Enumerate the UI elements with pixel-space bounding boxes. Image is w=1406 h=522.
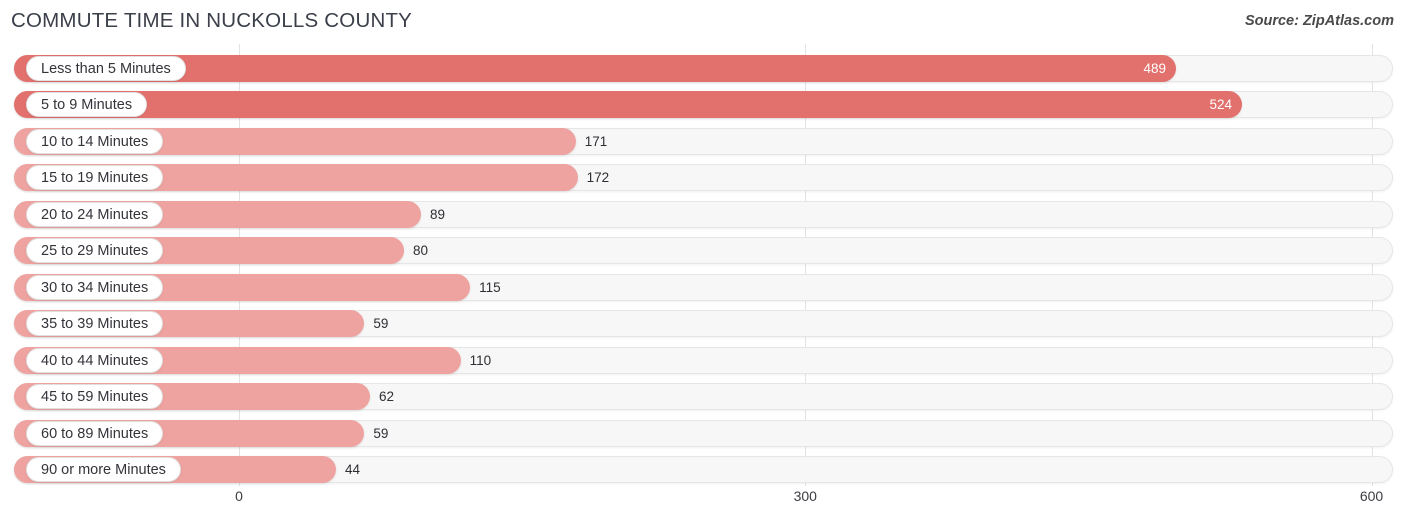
bar-fill[interactable]	[14, 55, 1176, 82]
bar-row[interactable]: 115 30 to 34 Minutes	[14, 273, 1393, 301]
category-label: 20 to 24 Minutes	[26, 201, 164, 227]
bar-value-label: 172	[586, 170, 610, 186]
chart-plot-area: 489 Less than 5 Minutes 524 5 to 9 Minutes 1…	[0, 44, 1406, 486]
bar-row[interactable]: 524 5 to 9 Minutes	[14, 91, 1393, 119]
source-attribution: Source: ZipAtlas.com	[1244, 13, 1394, 29]
axis-tick-label: 0	[235, 488, 243, 504]
bar-row[interactable]: 172 15 to 19 Minutes	[14, 164, 1393, 192]
bar-value-label: 59	[373, 316, 389, 332]
category-label: 35 to 39 Minutes	[26, 311, 164, 337]
bar-row[interactable]: 489 Less than 5 Minutes	[14, 55, 1393, 82]
page-title: COMMUTE TIME IN NUCKOLLS COUNTY	[11, 9, 413, 32]
category-label: 5 to 9 Minutes	[26, 92, 148, 118]
category-label: 40 to 44 Minutes	[26, 347, 164, 373]
category-label: 25 to 29 Minutes	[26, 238, 164, 264]
bar-value-label: 489	[1143, 61, 1166, 76]
bar-value-label: 115	[479, 279, 501, 295]
bar-row[interactable]: 44 90 or more Minutes	[14, 455, 1393, 483]
bar-row[interactable]: 59 60 to 89 Minutes	[14, 419, 1393, 447]
axis-tick-label: 600	[1359, 488, 1384, 504]
bar-row[interactable]: 80 25 to 29 Minutes	[14, 237, 1393, 265]
bar-row[interactable]: 89 20 to 24 Minutes	[14, 200, 1393, 228]
chart-header: COMMUTE TIME IN NUCKOLLS COUNTY Source: …	[0, 0, 1406, 44]
bar-row[interactable]: 62 45 to 59 Minutes	[14, 383, 1393, 411]
category-label: 15 to 19 Minutes	[26, 165, 164, 191]
bar-value-label: 80	[413, 243, 429, 259]
bar-fill[interactable]	[14, 91, 1243, 119]
bar-value-label: 524	[1209, 97, 1233, 113]
bar-value-label: 59	[373, 425, 389, 441]
category-label: 90 or more Minutes	[26, 456, 181, 482]
bar-value-label: 44	[345, 461, 361, 477]
bar-value-label: 171	[584, 133, 608, 149]
bar-value-label: 89	[429, 206, 446, 222]
category-label: 60 to 89 Minutes	[26, 420, 164, 446]
bar-row[interactable]: 171 10 to 14 Minutes	[14, 127, 1393, 155]
x-axis: 0 300 600	[0, 484, 1406, 522]
bar-value-label: 110	[469, 352, 492, 368]
category-label: 45 to 59 Minutes	[26, 384, 164, 410]
bar-value-label: 62	[379, 389, 395, 405]
category-label: 10 to 14 Minutes	[26, 128, 164, 154]
axis-tick-label: 300	[793, 488, 817, 504]
category-label: 30 to 34 Minutes	[26, 274, 164, 300]
bar-row[interactable]: 59 35 to 39 Minutes	[14, 310, 1393, 338]
category-label: Less than 5 Minutes	[26, 56, 186, 81]
bar-row[interactable]: 110 40 to 44 Minutes	[14, 346, 1393, 374]
